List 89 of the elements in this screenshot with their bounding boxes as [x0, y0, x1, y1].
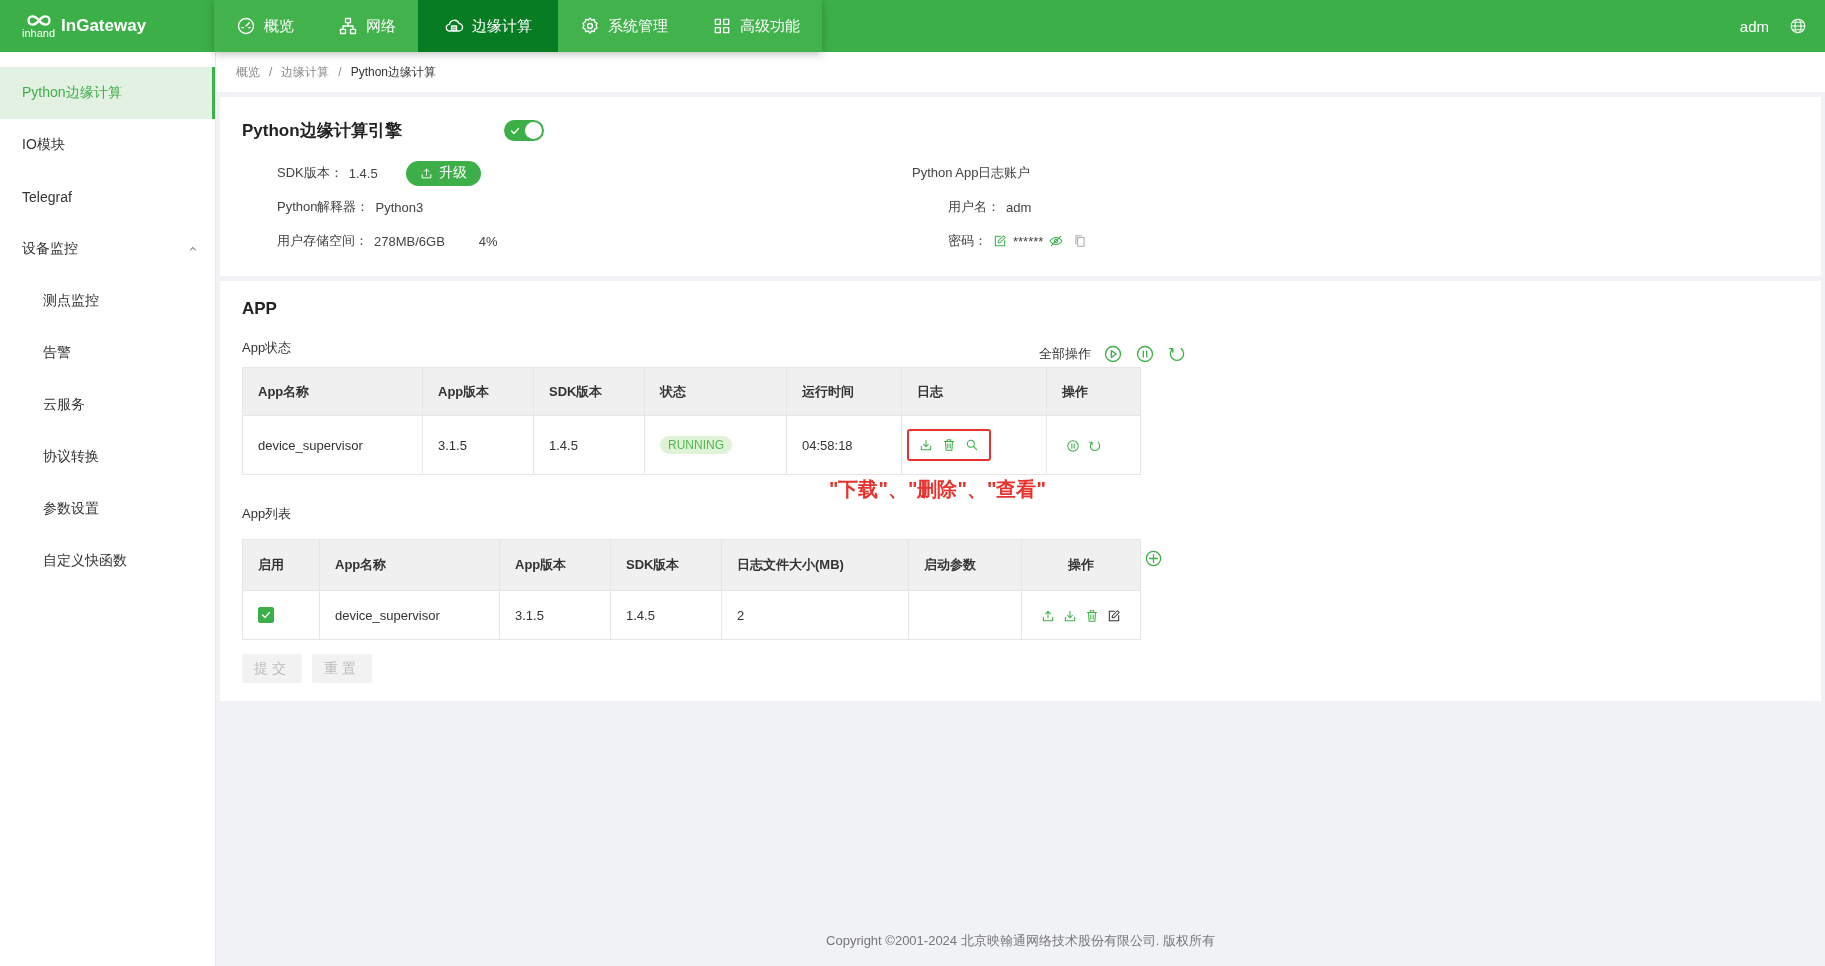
table-cell: 1.4.5: [610, 590, 722, 640]
subsection-title: App列表: [242, 505, 292, 523]
breadcrumb-link[interactable]: 概览: [236, 63, 260, 81]
copy-icon[interactable]: [1073, 234, 1088, 248]
sidebar-item[interactable]: Telegraf: [0, 171, 215, 223]
sidebar-item[interactable]: IO模块: [0, 119, 215, 171]
pause-icon[interactable]: [1066, 438, 1080, 453]
logo-subtext: inhand: [22, 26, 56, 39]
table-cell: device_supervisor: [319, 590, 500, 640]
column-header: SDK版本: [533, 367, 645, 416]
logo-text: InGateway: [61, 16, 147, 36]
table-cell: device_supervisor: [242, 415, 423, 475]
field-value: 278MB/6GB: [374, 233, 445, 249]
column-header: 状态: [644, 367, 787, 416]
grid-icon: [712, 16, 732, 36]
globe-icon[interactable]: [1789, 17, 1807, 35]
hidden-eye-icon[interactable]: [1049, 234, 1064, 248]
subsection-title: Python App日志账户: [912, 164, 1031, 182]
nav-tab[interactable]: 高级功能: [690, 0, 822, 52]
sidebar-item[interactable]: 自定义快函数: [0, 535, 215, 587]
password-value: ******: [1013, 233, 1044, 249]
gauge-icon: [236, 16, 256, 36]
column-header: 运行时间: [786, 367, 902, 416]
column-header: App名称: [242, 367, 423, 416]
logo-icon: [24, 13, 53, 27]
breadcrumb-link[interactable]: 边缘计算: [281, 63, 330, 81]
nav-tab[interactable]: 系统管理: [558, 0, 690, 52]
upload-icon: [419, 166, 433, 180]
sidebar-item[interactable]: 告警: [0, 327, 215, 379]
column-header: App版本: [499, 539, 611, 591]
annotation-text: "下载"、"删除"、"查看": [829, 477, 1046, 502]
table-cell: 2: [721, 590, 909, 640]
delete-icon[interactable]: [1085, 608, 1099, 623]
storage-percent: 4%: [478, 233, 498, 249]
add-icon[interactable]: [1144, 549, 1163, 568]
subsection-title: App状态: [242, 339, 292, 357]
all-actions-label: 全部操作: [1039, 345, 1092, 363]
download-icon[interactable]: [919, 438, 933, 452]
table-cell: 3.1.5: [422, 415, 534, 475]
sidebar-item[interactable]: 云服务: [0, 379, 215, 431]
sidebar-item[interactable]: 协议转换: [0, 431, 215, 483]
field-label: 用户存储空间：: [277, 232, 368, 250]
column-header: 启动参数: [908, 539, 1022, 591]
field-value: 1.4.5: [348, 165, 378, 181]
table-cell: 3.1.5: [499, 590, 611, 640]
breadcrumb-separator: /: [269, 65, 273, 79]
column-header: 启用: [242, 539, 320, 591]
field-label: 用户名：: [948, 198, 1000, 216]
settings-icon: [580, 16, 600, 36]
nav-tab[interactable]: 边缘计算: [418, 0, 558, 52]
field-value: adm: [1006, 199, 1032, 215]
download-icon[interactable]: [1063, 608, 1077, 623]
delete-icon[interactable]: [942, 438, 956, 452]
section-title: Python边缘计算引擎: [242, 120, 403, 142]
sidebar-item[interactable]: Python边缘计算: [0, 67, 215, 119]
column-header: 日志文件大小(MB): [721, 539, 909, 591]
sidebar-item[interactable]: 测点监控: [0, 275, 215, 327]
column-header: App版本: [422, 367, 534, 416]
field-label: 密码：: [948, 232, 987, 250]
nav-tab[interactable]: 概览: [214, 0, 316, 52]
section-title: APP: [242, 299, 278, 319]
play-icon[interactable]: [1103, 344, 1124, 364]
sidebar-item[interactable]: 设备监控: [0, 223, 215, 275]
column-header: 日志: [901, 367, 1047, 416]
table-cell: 04:58:18: [786, 415, 902, 475]
network-icon: [338, 16, 358, 36]
toggle-switch[interactable]: [504, 120, 544, 141]
column-header: SDK版本: [610, 539, 722, 591]
column-header: 操作: [1046, 367, 1141, 416]
column-header: App名称: [319, 539, 500, 591]
breadcrumb-current: Python边缘计算: [350, 63, 437, 81]
field-value: Python3: [375, 199, 424, 215]
copyright-text: Copyright ©2001-2024 北京映翰通网络技术股份有限公司. 版权所有: [825, 932, 1216, 950]
status-tag: RUNNING: [660, 436, 732, 454]
pause-icon[interactable]: [1135, 344, 1156, 364]
search-icon[interactable]: [965, 438, 979, 452]
switch-knob: [525, 122, 542, 139]
table-cell: 1.4.5: [533, 415, 645, 475]
upgrade-button[interactable]: 升级: [405, 160, 481, 186]
user-name[interactable]: adm: [1739, 17, 1769, 35]
column-header: 操作: [1021, 539, 1141, 591]
upload-icon[interactable]: [1041, 608, 1055, 623]
field-label: Python解释器：: [277, 198, 370, 216]
breadcrumb-separator: /: [338, 65, 342, 79]
checkbox[interactable]: [258, 607, 274, 624]
nav-tab[interactable]: 网络: [316, 0, 418, 52]
field-label: SDK版本：: [277, 164, 343, 182]
edit-icon[interactable]: [1107, 608, 1121, 623]
sidebar-item[interactable]: 参数设置: [0, 483, 215, 535]
